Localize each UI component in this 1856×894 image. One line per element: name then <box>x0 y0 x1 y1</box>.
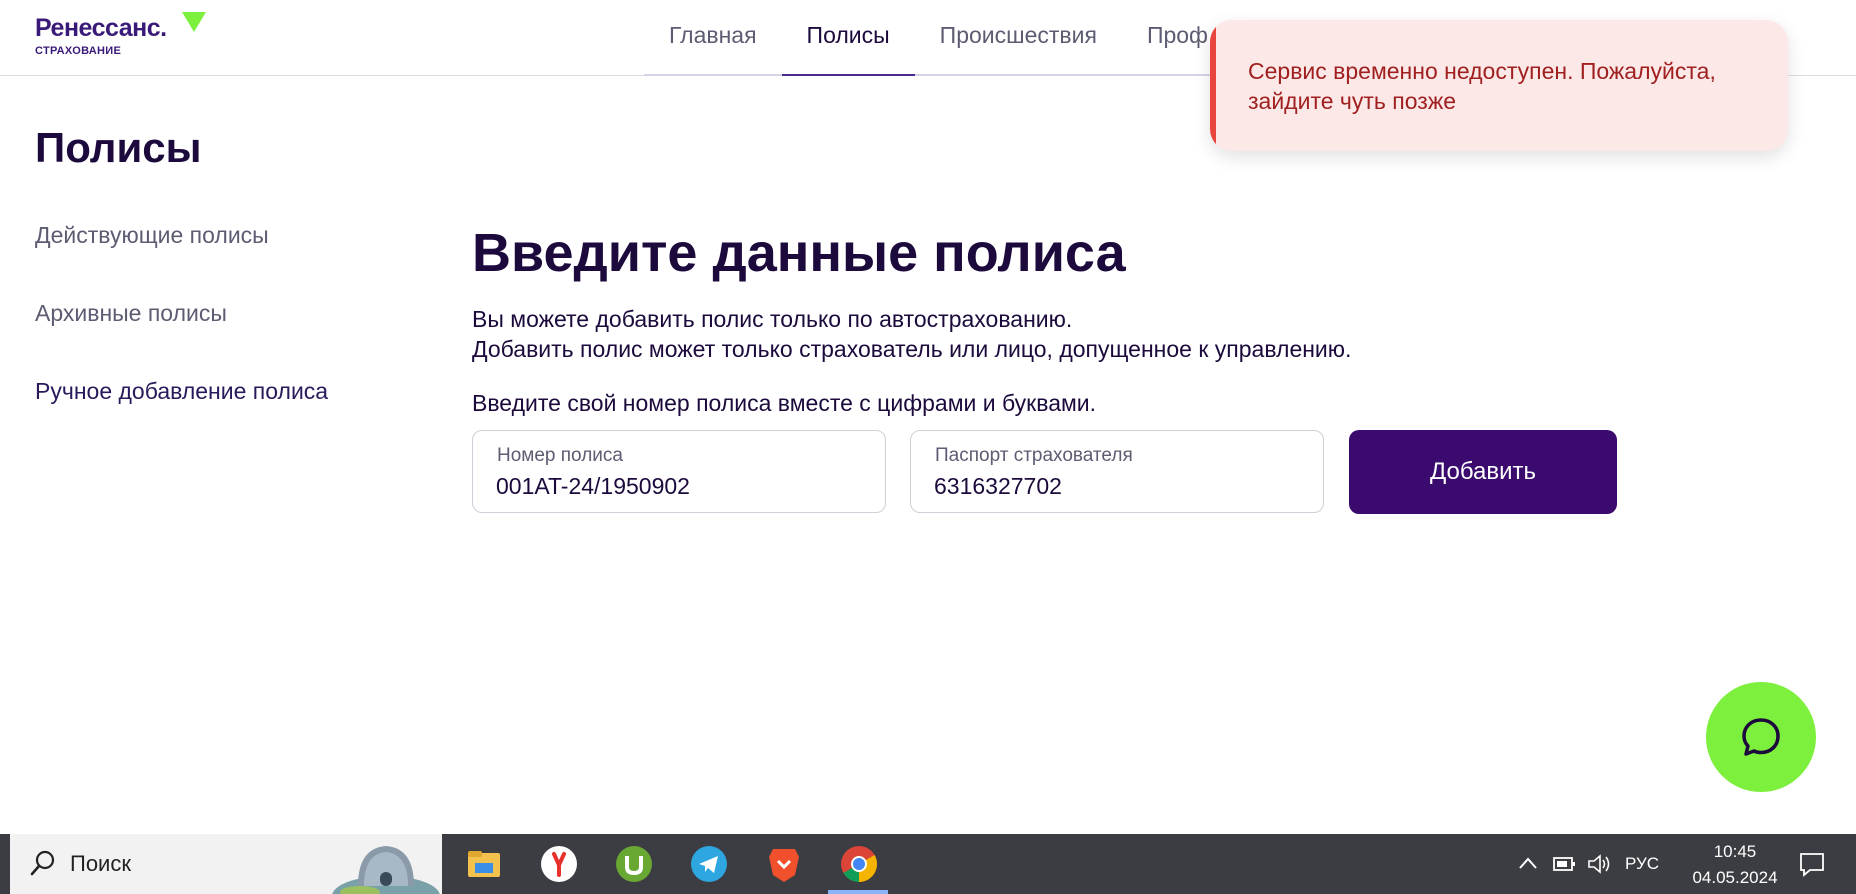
form-info-line-1: Вы можете добавить полис только по автос… <box>472 306 1073 332</box>
passport-label: Паспорт страхователя <box>935 445 1133 466</box>
search-highlight-art-icon <box>332 846 440 894</box>
clock-date[interactable]: 04.05.2024 <box>1678 868 1792 888</box>
policy-number-input[interactable] <box>496 473 856 500</box>
page-title: Полисы <box>35 124 202 171</box>
battery-icon[interactable] <box>1552 854 1576 874</box>
passport-input[interactable] <box>934 473 1294 500</box>
tray-chevron-up-icon[interactable] <box>1518 856 1538 870</box>
passport-field[interactable]: Паспорт страхователя <box>910 430 1324 513</box>
chat-bubble-icon <box>1742 718 1780 756</box>
nav-item-incidents[interactable]: Происшествия <box>914 0 1122 76</box>
form-hint: Введите свой номер полиса вместе с цифра… <box>472 390 1097 416</box>
add-policy-button[interactable]: Добавить <box>1349 430 1617 514</box>
chrome-icon[interactable] <box>838 842 880 886</box>
form-title: Введите данные полиса <box>472 223 1126 283</box>
nav-item-policies[interactable]: Полисы <box>781 0 915 76</box>
logo-name: Ренессанс. <box>35 14 167 42</box>
form-info-line-2: Добавить полис может только страхователь… <box>472 336 1352 362</box>
search-icon <box>30 850 55 876</box>
renaissance-logo[interactable]: Ренессанс. СТРАХОВАНИЕ <box>35 12 210 62</box>
nav-item-home[interactable]: Главная <box>644 0 782 76</box>
volume-icon[interactable] <box>1586 852 1612 876</box>
yandex-browser-icon[interactable] <box>538 842 580 886</box>
input-language[interactable]: РУС <box>1625 854 1659 874</box>
sidebar-item-manual-add[interactable]: Ручное добавление полиса <box>35 378 328 405</box>
policy-number-label: Номер полиса <box>497 445 623 466</box>
toast-message: Сервис временно недоступен. Пожалуйста, … <box>1248 58 1716 114</box>
policy-number-field[interactable]: Номер полиса <box>472 430 886 513</box>
utorrent-icon[interactable] <box>613 842 655 886</box>
windows-taskbar: Поиск РУС 10:45 04.05.2024 <box>0 834 1856 894</box>
telegram-icon[interactable] <box>688 842 730 886</box>
search-placeholder: Поиск <box>70 851 131 876</box>
main-nav: Главная Полисы Происшествия Проф <box>644 0 1233 76</box>
toast-accent-bar <box>1210 20 1216 151</box>
file-explorer-icon[interactable] <box>463 842 505 886</box>
clock-time[interactable]: 10:45 <box>1700 842 1770 862</box>
brave-icon[interactable] <box>763 842 805 886</box>
notification-center-icon[interactable] <box>1798 850 1826 878</box>
active-app-indicator <box>828 890 888 894</box>
error-toast: Сервис временно недоступен. Пожалуйста, … <box>1210 20 1788 151</box>
chat-button[interactable] <box>1706 682 1816 792</box>
logo-subtitle: СТРАХОВАНИЕ <box>35 45 122 57</box>
sidebar-item-active-policies[interactable]: Действующие полисы <box>35 222 269 249</box>
sidebar-item-archived-policies[interactable]: Архивные полисы <box>35 300 227 327</box>
logo-triangle-icon <box>182 12 206 32</box>
taskbar-search[interactable]: Поиск <box>10 834 442 894</box>
